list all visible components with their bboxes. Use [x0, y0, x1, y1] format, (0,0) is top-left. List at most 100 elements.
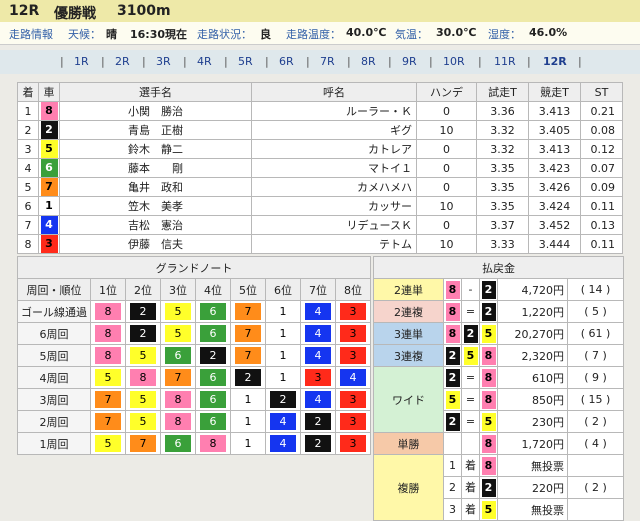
start-time: 0.11	[580, 196, 623, 216]
car-number: 2	[305, 413, 331, 430]
car-number: 4	[40, 216, 58, 234]
car-number: 5	[95, 369, 121, 386]
handicap: 0	[416, 177, 477, 197]
finish-position: 4	[17, 158, 39, 178]
rank-cell: 4	[300, 300, 336, 323]
car-number: 7	[40, 178, 58, 196]
combo-symbol: 1	[449, 458, 456, 472]
payout-combo-cell: 2	[443, 410, 462, 433]
start-time: 0.11	[580, 234, 623, 254]
lap-label: ゴール線通過	[17, 300, 91, 323]
tab-separator: |	[527, 55, 531, 68]
rider-name[interactable]: 伊藤 信夫	[59, 234, 252, 254]
lap-row: 6周回 8 2 5 6 7 1 4 3	[17, 322, 372, 345]
race-time: 3.405	[528, 120, 581, 140]
handicap: 0	[416, 139, 477, 159]
payout-combo-cell: 8	[443, 278, 462, 301]
car-number: 5	[130, 413, 156, 430]
lap-row: 3周回 7 5 8 6 1 2 4 3	[17, 388, 372, 411]
column-header: 試走T	[476, 82, 529, 102]
rider-name[interactable]: 藤本 剛	[59, 158, 252, 178]
payout-combo-cell	[443, 432, 462, 455]
car-number-cell: 1	[38, 196, 60, 216]
payout-row: 2連複 8 = 2 1,220円( 5 )	[373, 300, 625, 323]
rider-name[interactable]: 吉松 憲治	[59, 215, 252, 235]
race-name: 優勝戦	[54, 6, 96, 22]
car-number-cell: 6	[38, 158, 60, 178]
finish-position: 8	[17, 234, 39, 254]
rider-name[interactable]: 小関 勝治	[59, 101, 252, 121]
car-number: 2	[130, 303, 156, 320]
tab-11r[interactable]: 11R	[494, 55, 516, 68]
payout-amount: 2,320円	[497, 344, 568, 367]
tab-2r[interactable]: 2R	[115, 55, 130, 68]
payout-combo-cell: 5	[479, 498, 498, 521]
table-row: 4 6 藤本 剛マトイ１ 0 3.35 3.423 0.07	[17, 158, 623, 178]
humidity-label: 湿度：	[488, 28, 521, 41]
grand-note-table: グランドノート 周回・順位 1位 2位 3位 4位 5位 6位 7位 8位 ゴール線通過 8 2 5 6…	[16, 256, 372, 455]
rider-name[interactable]: 亀井 政和	[59, 177, 252, 197]
rank-cell: 1	[230, 410, 266, 433]
tab-6r[interactable]: 6R	[279, 55, 294, 68]
table-row: 7 4 吉松 憲治 リデュースＫ 0 3.37 3.452 0.13	[17, 215, 623, 235]
rank-cell: 3	[334, 322, 372, 345]
car-number: 3	[340, 435, 366, 452]
tab-separator: |	[347, 55, 351, 68]
bet-type: ワイド	[373, 366, 444, 433]
car-number: 8	[445, 324, 460, 343]
tab-1r[interactable]: 1R	[74, 55, 89, 68]
rider-name[interactable]: 笠木 美孝	[59, 196, 252, 216]
table-row: 1 8 小関 勝治 ルーラー・Ｋ 0 3.36 3.413 0.21	[17, 101, 623, 121]
car-number: 5	[165, 325, 191, 342]
car-number: 7	[235, 347, 261, 364]
bet-type: 複勝	[373, 454, 444, 521]
race-time: 3.413	[528, 101, 581, 121]
payout-amount: 610円	[497, 366, 568, 389]
handicap: 10	[416, 234, 477, 254]
lap-row: ゴール線通過 8 2 5 6 7 1 4 3	[17, 300, 372, 323]
trial-time: 3.33	[476, 234, 529, 254]
tab-4r[interactable]: 4R	[197, 55, 212, 68]
humidity-value: 46.0%	[529, 26, 568, 39]
tab-8r[interactable]: 8R	[361, 55, 376, 68]
car-number-cell: 5	[38, 139, 60, 159]
tab-9r[interactable]: 9R	[402, 55, 417, 68]
car-number: 8	[95, 303, 121, 320]
combo-symbol: =	[465, 304, 476, 318]
payout-combo-cell: 2	[479, 476, 498, 499]
rank-cell: 2	[230, 366, 266, 389]
rider-name[interactable]: 青島 正樹	[59, 120, 252, 140]
rank-cell: 2	[125, 300, 161, 323]
payout-amount: 無投票	[497, 498, 568, 521]
rank-cell: 5	[160, 300, 196, 323]
combo-symbol: =	[465, 370, 476, 384]
conditions-bar: 走路情報 天候： 晴 16:30現在 走路状況： 良 走路温度： 40.0℃ 気…	[0, 22, 640, 45]
race-time: 3.413	[528, 139, 581, 159]
tab-7r[interactable]: 7R	[320, 55, 335, 68]
rank-cell: 4	[265, 432, 301, 455]
car-number: 8	[200, 435, 226, 452]
payout-combo-cell: 着	[461, 454, 480, 477]
car-number: 2	[463, 324, 478, 343]
bike-name: カトレア	[251, 139, 417, 159]
column-header: 車	[38, 82, 60, 102]
column-header: ST	[580, 82, 623, 102]
payout-combo-cell: 1	[443, 454, 462, 477]
tab-12r[interactable]: 12R	[543, 55, 567, 68]
tab-10r[interactable]: 10R	[443, 55, 465, 68]
rank-cell: 3	[334, 300, 372, 323]
car-number: 8	[481, 368, 496, 387]
rank-cell: 7	[90, 388, 126, 411]
lap-row: 5周回 8 5 6 2 7 1 4 3	[17, 344, 372, 367]
tab-3r[interactable]: 3R	[156, 55, 171, 68]
track-value: 良	[260, 28, 271, 41]
tab-separator: |	[478, 55, 482, 68]
car-number: 6	[200, 303, 226, 320]
weather-label: 天候：	[68, 28, 101, 41]
rider-name[interactable]: 鈴木 静二	[59, 139, 252, 159]
race-time: 3.426	[528, 177, 581, 197]
rank-header: 7位	[300, 278, 336, 301]
payout-combo-cell: 8	[479, 344, 498, 367]
tab-5r[interactable]: 5R	[238, 55, 253, 68]
car-number: 2	[200, 347, 226, 364]
